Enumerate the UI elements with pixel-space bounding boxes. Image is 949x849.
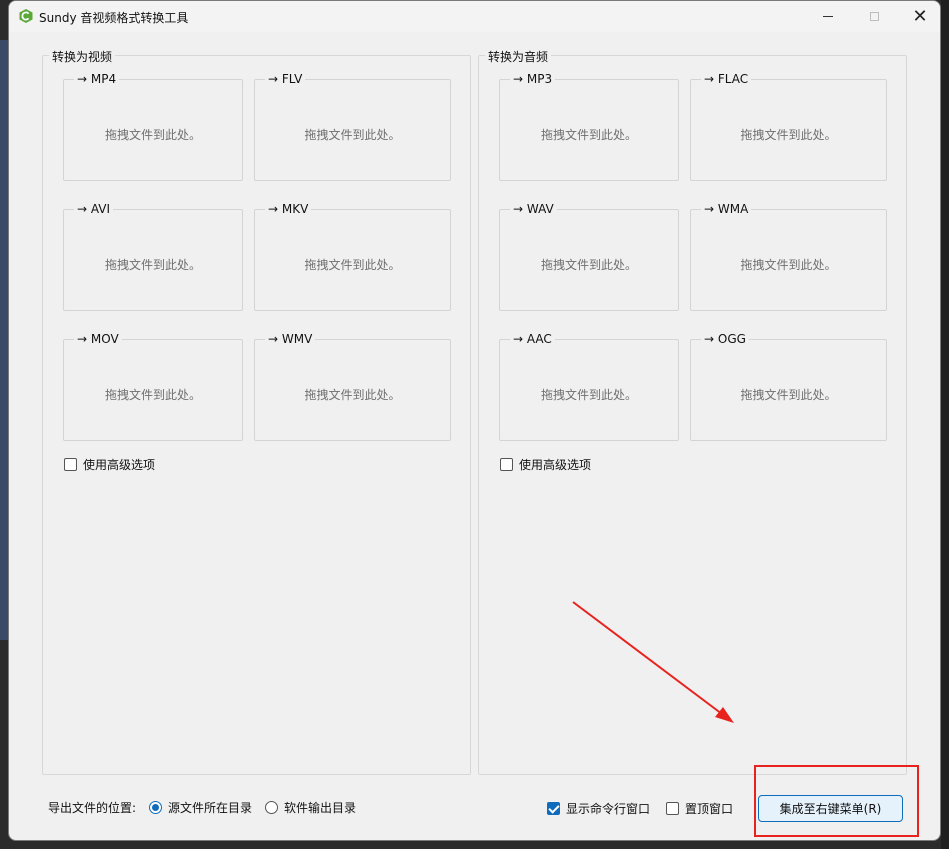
close-button[interactable]: ✕ (897, 1, 940, 32)
desktop-background-right (941, 0, 949, 849)
export-source-dir-radio[interactable]: 源文件所在目录 (149, 799, 252, 816)
drop-target-mp4[interactable]: → MP4 拖拽文件到此处。 (63, 72, 243, 181)
maximize-button[interactable] (851, 1, 897, 32)
drop-hint: 拖拽文件到此处。 (304, 258, 401, 272)
radio-button[interactable] (265, 801, 278, 814)
drop-target-label: → WMA (701, 202, 752, 216)
drop-hint: 拖拽文件到此处。 (304, 128, 401, 142)
drop-target-label: → MOV (74, 332, 122, 346)
video-advanced-options-checkbox[interactable]: 使用高级选项 (64, 456, 155, 473)
drop-target-label: → WAV (510, 202, 557, 216)
checkbox-box[interactable] (64, 458, 77, 471)
drop-target-mov[interactable]: → MOV 拖拽文件到此处。 (63, 332, 243, 441)
video-group-title: 转换为视频 (49, 48, 116, 65)
export-output-dir-radio[interactable]: 软件输出目录 (265, 799, 356, 816)
drop-target-label: → AVI (74, 202, 114, 216)
drop-target-flac[interactable]: → FLAC 拖拽文件到此处。 (690, 72, 887, 181)
drop-target-wma[interactable]: → WMA 拖拽文件到此处。 (690, 202, 887, 311)
drop-hint: 拖拽文件到此处。 (540, 388, 637, 402)
show-console-checkbox[interactable]: 显示命令行窗口 (547, 800, 650, 817)
drop-target-aac[interactable]: → AAC 拖拽文件到此处。 (499, 332, 679, 441)
checkbox-box[interactable] (547, 802, 560, 815)
drop-target-label: → OGG (701, 332, 749, 346)
drop-hint: 拖拽文件到此处。 (104, 388, 201, 402)
drop-target-mp3[interactable]: → MP3 拖拽文件到此处。 (499, 72, 679, 181)
audio-group-title: 转换为音频 (485, 48, 552, 65)
export-location-label: 导出文件的位置: (48, 801, 137, 815)
checkbox-label: 置顶窗口 (685, 802, 734, 816)
minimize-icon (823, 16, 833, 17)
audio-conversion-group: 转换为音频 → MP3 拖拽文件到此处。 → FLAC 拖拽文件到此处。 → W… (478, 48, 907, 775)
drop-hint: 拖拽文件到此处。 (540, 258, 637, 272)
drop-target-label: → MP3 (510, 72, 556, 86)
audio-advanced-options-checkbox[interactable]: 使用高级选项 (500, 456, 591, 473)
app-window: Sundy 音视频格式转换工具 ✕ 转换为视频 → MP4 拖拽文件到此处。 →… (8, 0, 941, 841)
video-conversion-group: 转换为视频 → MP4 拖拽文件到此处。 → FLV 拖拽文件到此处。 → AV… (42, 48, 471, 775)
radio-label: 源文件所在目录 (168, 801, 253, 815)
drop-hint: 拖拽文件到此处。 (104, 258, 201, 272)
drop-hint: 拖拽文件到此处。 (540, 128, 637, 142)
app-logo-icon (19, 9, 33, 23)
checkbox-box[interactable] (666, 802, 679, 815)
radio-button[interactable] (149, 801, 162, 814)
drop-target-wav[interactable]: → WAV 拖拽文件到此处。 (499, 202, 679, 311)
drop-target-label: → WMV (265, 332, 316, 346)
drop-hint: 拖拽文件到此处。 (104, 128, 201, 142)
topmost-window-checkbox[interactable]: 置顶窗口 (666, 800, 733, 817)
drop-target-avi[interactable]: → AVI 拖拽文件到此处。 (63, 202, 243, 311)
drop-target-mkv[interactable]: → MKV 拖拽文件到此处。 (254, 202, 451, 311)
radio-label: 软件输出目录 (284, 801, 357, 815)
drop-target-wmv[interactable]: → WMV 拖拽文件到此处。 (254, 332, 451, 441)
drop-target-flv[interactable]: → FLV 拖拽文件到此处。 (254, 72, 451, 181)
desktop-background-left (0, 40, 8, 640)
integrate-context-menu-button[interactable]: 集成至右键菜单(R) (758, 795, 903, 822)
checkbox-label: 使用高级选项 (519, 458, 592, 472)
drop-hint: 拖拽文件到此处。 (740, 388, 837, 402)
maximize-icon (869, 12, 879, 21)
drop-hint: 拖拽文件到此处。 (740, 258, 837, 272)
drop-hint: 拖拽文件到此处。 (740, 128, 837, 142)
drop-target-label: → MP4 (74, 72, 120, 86)
drop-target-label: → FLV (265, 72, 306, 86)
drop-target-label: → MKV (265, 202, 312, 216)
minimize-button[interactable] (805, 1, 851, 32)
drop-hint: 拖拽文件到此处。 (304, 388, 401, 402)
checkbox-box[interactable] (500, 458, 513, 471)
drop-target-label: → FLAC (701, 72, 752, 86)
drop-target-label: → AAC (510, 332, 555, 346)
checkbox-label: 显示命令行窗口 (566, 802, 651, 816)
drop-target-ogg[interactable]: → OGG 拖拽文件到此处。 (690, 332, 887, 441)
close-icon: ✕ (912, 5, 928, 27)
title-bar[interactable]: Sundy 音视频格式转换工具 ✕ (9, 1, 940, 32)
checkbox-label: 使用高级选项 (83, 458, 156, 472)
window-title: Sundy 音视频格式转换工具 (39, 11, 189, 25)
